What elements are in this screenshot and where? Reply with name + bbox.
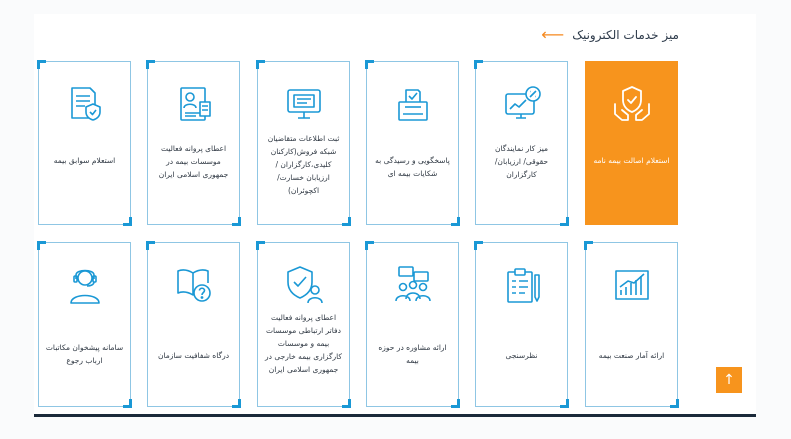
arrow-up-icon: ↑ bbox=[723, 372, 735, 388]
headset-agent-icon bbox=[63, 263, 107, 307]
page-title: میز خدمات الکترونیک bbox=[572, 28, 679, 42]
card-sales-network-registration[interactable]: ثبت اطلاعات متقاضیان شبکه فروش(کارکنان ک… bbox=[256, 60, 351, 226]
card-label: ارائه مشاوره در حوزه بیمه bbox=[378, 343, 447, 365]
bottom-divider bbox=[34, 414, 756, 417]
id-card-icon bbox=[172, 82, 216, 126]
services-header: میز خدمات الکترونیک ⟵ bbox=[541, 24, 679, 46]
book-question-icon bbox=[172, 263, 216, 307]
card-insurance-history-inquiry[interactable]: استعلام سوابق بیمه bbox=[37, 60, 132, 226]
card-label: اعطای پروانه فعالیت دفاتر ارتباطی موسسات… bbox=[264, 313, 342, 374]
card-insurance-institution-license[interactable]: اعطای پروانه فعالیت موسسات بیمه در جمهور… bbox=[146, 60, 241, 226]
card-label: ارائه آمار صنعت بیمه bbox=[598, 351, 665, 360]
card-transparency-portal[interactable]: درگاه شفافیت سازمان bbox=[146, 241, 241, 408]
document-shield-icon bbox=[63, 82, 107, 126]
scroll-to-top-button[interactable]: ↑ bbox=[716, 367, 742, 393]
monitor-percent-icon bbox=[500, 82, 544, 126]
card-label: درگاه شفافیت سازمان bbox=[157, 351, 230, 360]
card-agents-desk[interactable]: میز کار نمایندگان حقوقی/ ارزیابان/ کارگز… bbox=[474, 60, 569, 226]
shield-person-icon bbox=[282, 263, 326, 307]
arrow-left-icon[interactable]: ⟵ bbox=[541, 27, 564, 43]
card-label: سامانه پیشخوان مکاتبات ارباب رجوع bbox=[45, 343, 124, 365]
ballot-box-icon bbox=[391, 82, 435, 126]
card-industry-statistics[interactable]: ارائه آمار صنعت بیمه bbox=[584, 241, 679, 408]
card-insurance-authenticity-inquiry[interactable]: استعلام اصالت بیمه نامه bbox=[585, 61, 678, 225]
card-label: استعلام اصالت بیمه نامه bbox=[593, 156, 670, 165]
card-label: میز کار نمایندگان حقوقی/ ارزیابان/ کارگز… bbox=[494, 144, 549, 179]
card-label: اعطای پروانه فعالیت موسسات بیمه در جمهور… bbox=[158, 144, 229, 179]
card-liaison-office-license[interactable]: اعطای پروانه فعالیت دفاتر ارتباطی موسسات… bbox=[256, 241, 351, 408]
page: میز خدمات الکترونیک ⟵ استعلام اصالت بیمه… bbox=[0, 0, 791, 439]
card-complaints[interactable]: پاسخگویی و رسیدگی به شکایات بیمه ای bbox=[365, 60, 460, 226]
card-label: نظرسنجی bbox=[505, 351, 538, 360]
consultation-group-icon bbox=[391, 263, 435, 307]
card-label: پاسخگویی و رسیدگی به شکایات بیمه ای bbox=[375, 156, 450, 178]
card-survey[interactable]: نظرسنجی bbox=[474, 241, 569, 408]
survey-clipboard-icon bbox=[500, 263, 544, 307]
card-label: ثبت اطلاعات متقاضیان شبکه فروش(کارکنان ک… bbox=[267, 134, 340, 195]
computer-form-icon bbox=[282, 82, 326, 126]
hands-shield-icon bbox=[610, 82, 654, 126]
card-correspondence-counter[interactable]: سامانه پیشخوان مکاتبات ارباب رجوع bbox=[37, 241, 132, 408]
chart-growth-icon bbox=[610, 263, 654, 307]
card-label: استعلام سوابق بیمه bbox=[53, 156, 116, 165]
card-insurance-consultation[interactable]: ارائه مشاوره در حوزه بیمه bbox=[365, 241, 460, 408]
